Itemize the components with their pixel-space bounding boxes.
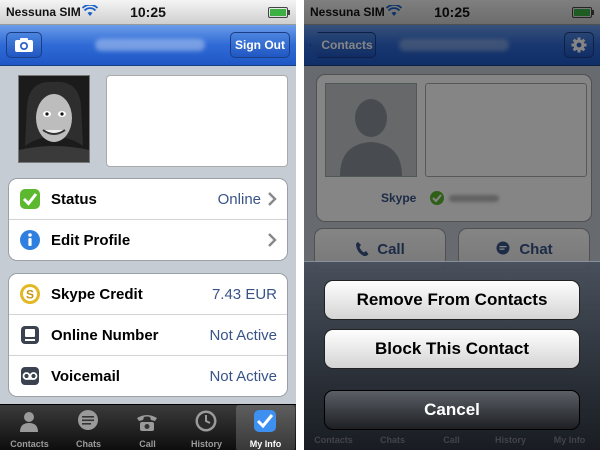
info-icon [20, 230, 40, 250]
status-dim-overlay [304, 0, 600, 25]
action-sheet: Remove From Contacts Block This Contact … [304, 261, 600, 450]
svg-text:S: S [26, 288, 34, 302]
call-icon [137, 415, 157, 431]
block-contact-button[interactable]: Block This Contact [324, 329, 580, 369]
status-value: Online [217, 190, 261, 208]
status-label: Status [51, 190, 97, 208]
tab-call[interactable]: Call [118, 405, 177, 450]
avatar-photo [19, 76, 89, 162]
camera-button[interactable] [6, 32, 42, 58]
skype-credit-value: 7.43 EUR [211, 285, 277, 303]
tab-chats[interactable]: Chats [59, 405, 118, 450]
remove-from-contacts-button[interactable]: Remove From Contacts [324, 280, 580, 320]
voicemail-icon [21, 367, 39, 385]
skype-credit-row[interactable]: S Skype Credit 7.43 EUR [9, 274, 287, 315]
contacts-icon [20, 412, 38, 432]
history-icon [195, 410, 217, 432]
status-group: Status Online Edit Profile [8, 178, 288, 261]
edit-profile-row[interactable]: Edit Profile [9, 220, 287, 260]
avatar[interactable] [18, 75, 90, 163]
tab-my-info-label: My Info [249, 439, 282, 449]
faded-tab-call: Call [443, 435, 460, 445]
status-check-icon [20, 189, 40, 209]
online-number-value: Not Active [209, 326, 277, 344]
faded-tab-contacts: Contacts [314, 435, 353, 445]
voicemail-row[interactable]: Voicemail Not Active [9, 356, 287, 396]
skype-credit-icon: S [20, 284, 40, 304]
battery-icon [268, 7, 290, 18]
my-info-icon [254, 410, 276, 432]
chats-icon [78, 410, 98, 430]
tab-bar: Contacts Chats Call History My Info [0, 404, 296, 450]
chevron-right-icon [268, 192, 277, 206]
online-number-row[interactable]: Online Number Not Active [9, 315, 287, 356]
tab-my-info[interactable]: My Info [236, 405, 295, 450]
skype-credit-label: Skype Credit [51, 285, 143, 303]
voicemail-value: Not Active [209, 367, 277, 385]
nav-bar: Sign Out [0, 25, 296, 66]
edit-profile-label: Edit Profile [51, 231, 131, 249]
profile-name-box[interactable] [106, 75, 288, 167]
chevron-right-icon [268, 233, 277, 247]
sign-out-button[interactable]: Sign Out [230, 32, 290, 58]
screen-divider [296, 0, 304, 450]
profile-area [0, 66, 296, 176]
tab-call-label: Call [139, 439, 156, 449]
contact-detail-screen: Nessuna SIM 10:25 Contacts Skype Call Ch… [304, 0, 600, 450]
online-number-icon [21, 326, 39, 344]
faded-tab-my-info: My Info [553, 435, 586, 445]
camera-icon [15, 38, 33, 52]
tab-history-label: History [190, 439, 222, 449]
tab-contacts-label: Contacts [10, 439, 49, 449]
online-number-label: Online Number [51, 326, 159, 344]
status-bar: Nessuna SIM 10:25 [0, 0, 296, 25]
account-group: S Skype Credit 7.43 EUR Online Number No… [8, 273, 288, 397]
blurred-username [95, 39, 205, 51]
cancel-button[interactable]: Cancel [324, 390, 580, 430]
tab-history[interactable]: History [177, 405, 236, 450]
tab-chats-label: Chats [75, 439, 101, 449]
faded-tab-labels: Contacts Chats Call History My Info [304, 435, 600, 449]
tab-contacts[interactable]: Contacts [0, 405, 59, 450]
my-info-screen: Nessuna SIM 10:25 Sign Out Status Online… [0, 0, 296, 450]
voicemail-label: Voicemail [51, 367, 120, 385]
status-row[interactable]: Status Online [9, 179, 287, 220]
faded-tab-history: History [494, 435, 526, 445]
clock: 10:25 [130, 4, 166, 20]
faded-tab-chats: Chats [379, 435, 405, 445]
